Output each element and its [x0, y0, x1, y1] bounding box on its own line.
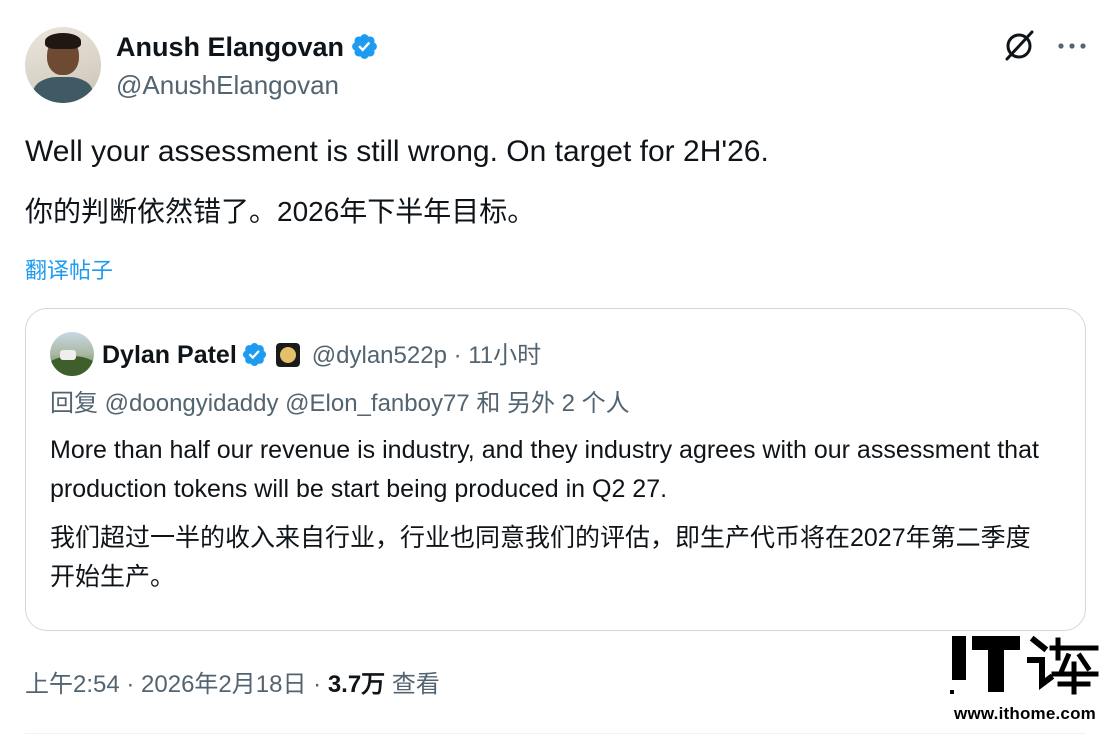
affiliate-badge-icon[interactable]	[275, 343, 300, 367]
grok-icon[interactable]	[1001, 28, 1037, 64]
tweet: Anush Elangovan @AnushElangovan Well you…	[0, 0, 1116, 736]
more-dots-icon[interactable]	[1054, 28, 1090, 64]
quote-text-translated: 我们超过一半的收入来自行业，行业也同意我们的评估，即生产代币将在2027年第二季…	[50, 524, 1031, 591]
views-count-link[interactable]: 3.7万 查看	[328, 671, 440, 698]
views-count: 3.7万	[327, 671, 386, 698]
ithome-url: www.ithome.com	[954, 704, 1096, 723]
quote-text: More than half our revenue is industry, …	[50, 436, 1039, 503]
quote-handle-time[interactable]: @dylan522p · 11小时	[312, 342, 541, 369]
author-name-row[interactable]: Anush Elangovan	[116, 31, 379, 63]
ithome-watermark: www.ithome.com	[950, 634, 1100, 726]
tweet-timestamp[interactable]: 上午2:54 · 2026年2月18日 ·	[25, 671, 328, 698]
tweet-text: Well your assessment is still wrong. On …	[25, 135, 769, 168]
verified-badge-icon	[352, 34, 377, 59]
quote-author-avatar[interactable]	[50, 332, 94, 376]
quoted-tweet-card[interactable]: Dylan Patel @dylan522p · 11小时 回复 @doongy…	[25, 308, 1086, 631]
ithome-logo	[950, 635, 1099, 695]
quote-reply-context[interactable]: 回复 @doongyidaddy @Elon_fanboy77 和 另外 2 个…	[50, 387, 630, 421]
tweet-metadata: 上午2:54 · 2026年2月18日 · 3.7万 查看	[25, 668, 440, 702]
author-avatar[interactable]	[25, 27, 101, 103]
author-handle[interactable]: @AnushElangovan	[116, 69, 339, 101]
quote-author-row: Dylan Patel @dylan522p · 11小时	[102, 339, 541, 372]
views-label: 查看	[385, 671, 440, 698]
verified-badge-icon	[242, 342, 266, 367]
author-name[interactable]: Anush Elangovan	[116, 32, 344, 62]
quote-author-name[interactable]: Dylan Patel	[102, 341, 237, 369]
divider	[25, 733, 1086, 734]
translate-post-link[interactable]: 翻译帖子	[25, 255, 113, 287]
tweet-text-translated: 你的判断依然错了。2026年下半年目标。	[25, 196, 536, 227]
